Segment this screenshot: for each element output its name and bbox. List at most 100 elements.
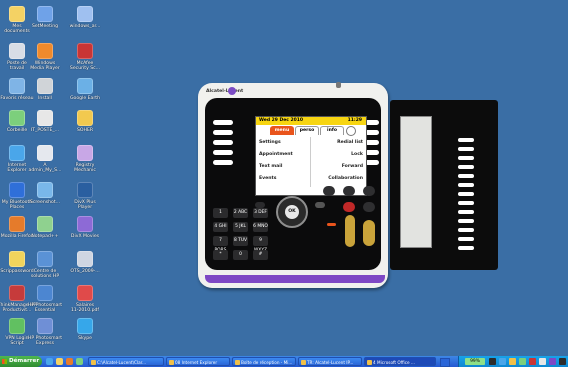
volume-rocker[interactable] (345, 215, 355, 247)
desktop-icon-label: DivX Plus Player (74, 200, 96, 211)
menu-item-appointment[interactable]: Appointment (259, 149, 293, 161)
module-key-5[interactable] (458, 174, 474, 178)
function-key-3[interactable] (363, 186, 375, 196)
module-key-7[interactable] (458, 192, 474, 196)
menu-item-text-mail[interactable]: Text mail (259, 161, 293, 173)
module-key-3[interactable] (458, 156, 474, 160)
desktop-icon[interactable]: SOHER (60, 110, 110, 133)
key-9[interactable]: 9 WXYZ (253, 236, 268, 253)
phone-screen: Wed 29 Dec 2010 11:29 menu perso info Se… (255, 116, 367, 196)
tray-icon-2[interactable] (499, 358, 506, 365)
tray-icon-7[interactable] (549, 358, 556, 365)
desktop-icon-image (77, 6, 93, 22)
key-6[interactable]: 6 MNO (253, 222, 268, 232)
tab-perso[interactable]: perso (295, 126, 319, 135)
key-2[interactable]: 2 ABC (233, 208, 248, 218)
tab-extra-icon[interactable] (346, 126, 356, 136)
tray-icon-5[interactable] (529, 358, 536, 365)
key-0[interactable]: 0 (233, 250, 248, 260)
module-key-11[interactable] (458, 228, 474, 232)
start-button[interactable]: Démarrer (0, 356, 42, 367)
left-softkey-3[interactable] (213, 140, 233, 145)
right-softkey-4[interactable] (365, 150, 379, 155)
taskbar: Démarrer C:\Alcatel-Lucent\Clar... 08 In… (0, 356, 568, 367)
right-softkey-1[interactable] (365, 120, 379, 125)
function-key-4[interactable] (363, 202, 375, 212)
screen-tabs: menu perso info (256, 125, 366, 136)
task-tr-alcatel[interactable]: TR: Alcatel-Lucent IP... (298, 357, 362, 366)
date-bar: Wed 29 Dec 2010 11:29 (256, 117, 366, 125)
module-key-1[interactable] (458, 138, 474, 142)
module-key-6[interactable] (458, 183, 474, 187)
key-5[interactable]: 5 JKL (233, 222, 248, 232)
desktop-icon[interactable]: OTS_2009-... (60, 251, 110, 274)
task-microsoft-office[interactable]: 4 Microsoft Office ... (364, 357, 436, 366)
speaker-key[interactable] (363, 220, 375, 246)
module-key-8[interactable] (458, 201, 474, 205)
desktop-icon[interactable]: Skype (60, 318, 110, 341)
key-7[interactable]: 7 PQRS (213, 236, 228, 253)
task-internet-explorer[interactable]: 08 Internet Explorer (166, 357, 230, 366)
left-softkey-2[interactable] (213, 130, 233, 135)
menu-item-collaboration[interactable]: Collaboration (314, 173, 363, 185)
quicklaunch-firefox-icon[interactable] (66, 358, 73, 365)
system-tray: 99% (458, 356, 568, 367)
desktop-icon-image (37, 285, 53, 301)
module-key-13[interactable] (458, 246, 474, 250)
module-key-2[interactable] (458, 147, 474, 151)
key-1[interactable]: 1 (213, 208, 228, 218)
menu-item-events[interactable]: Events (259, 173, 293, 185)
function-key-1[interactable] (323, 186, 335, 196)
desktop-icon[interactable]: DivX Plus Player (60, 182, 110, 211)
key-star[interactable]: * (213, 250, 228, 260)
tray-icon-8[interactable] (559, 358, 566, 365)
nav-right-key[interactable] (315, 202, 325, 208)
right-softkey-2[interactable] (365, 130, 379, 135)
key-8[interactable]: 8 TUV (233, 236, 248, 246)
left-softkey-1[interactable] (213, 120, 233, 125)
key-3[interactable]: 3 DEF (253, 208, 268, 218)
desktop-icon[interactable]: Google Earth (60, 78, 110, 101)
desktop-icon[interactable]: Salaires 11-2010.pdf (60, 285, 110, 314)
quicklaunch-folder-icon[interactable] (56, 358, 63, 365)
tray-icon-3[interactable] (509, 358, 516, 365)
navigation-ring[interactable]: OK (276, 196, 308, 228)
task-extra-icon[interactable] (440, 358, 450, 367)
desktop-icon[interactable]: windows_ar... (60, 6, 110, 29)
mail-key[interactable] (343, 202, 355, 212)
menu-item-lock[interactable]: Lock (314, 149, 363, 161)
task-alcatel-folder[interactable]: C:\Alcatel-Lucent\Clar... (88, 357, 164, 366)
left-softkey-4[interactable] (213, 150, 233, 155)
menu-right: Redial list Lock Forward Collaboration (314, 137, 363, 185)
menu-item-redial-list[interactable]: Redial list (314, 137, 363, 149)
right-softkey-5[interactable] (365, 160, 379, 165)
tab-info[interactable]: info (320, 126, 344, 135)
handset-icon[interactable] (325, 220, 337, 230)
ok-button[interactable]: OK (285, 205, 299, 219)
desktop-icon-label: Salaires 11-2010.pdf (70, 303, 100, 314)
key-4[interactable]: 4 GHI (213, 222, 228, 232)
battery-indicator[interactable]: 99% (465, 358, 485, 365)
quicklaunch-app-icon[interactable] (76, 358, 83, 365)
tray-icon-6[interactable] (539, 358, 546, 365)
left-softkey-5[interactable] (213, 160, 233, 165)
module-key-4[interactable] (458, 165, 474, 169)
task-inbox[interactable]: Boîte de réception - Mi... (232, 357, 296, 366)
tray-icon-1[interactable] (489, 358, 496, 365)
right-softkey-3[interactable] (365, 140, 379, 145)
tab-menu[interactable]: menu (270, 126, 294, 135)
desktop-icon[interactable]: DivX Movies (60, 216, 110, 239)
menu-item-settings[interactable]: Settings (259, 137, 293, 149)
desktop-icon-image (37, 145, 53, 161)
tray-icon-4[interactable] (519, 358, 526, 365)
phone-brand: Alcatel-Lucent (206, 89, 244, 94)
key-hash[interactable]: # (253, 250, 268, 260)
desktop-icon[interactable]: McAfee Security Sc... (60, 43, 110, 72)
desktop-icon[interactable]: Registry Mechanic (60, 145, 110, 174)
module-key-10[interactable] (458, 219, 474, 223)
quicklaunch-ie-icon[interactable] (46, 358, 53, 365)
function-key-2[interactable] (343, 186, 355, 196)
module-key-9[interactable] (458, 210, 474, 214)
menu-item-forward[interactable]: Forward (314, 161, 363, 173)
module-key-12[interactable] (458, 237, 474, 241)
